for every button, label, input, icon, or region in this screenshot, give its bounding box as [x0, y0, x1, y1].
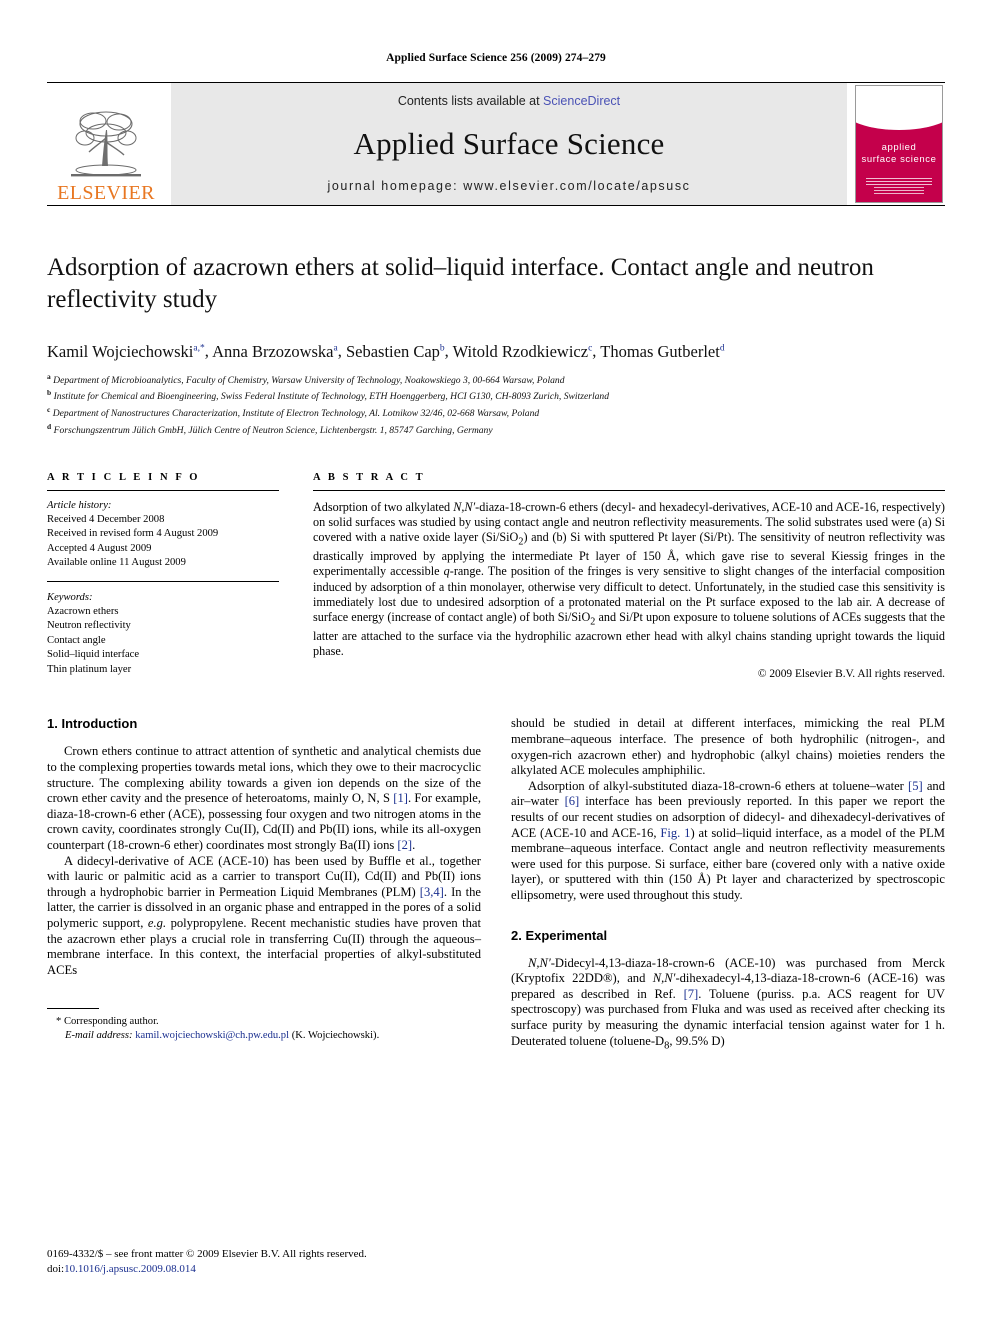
intro-paragraph-2: A didecyl-derivative of ACE (ACE-10) has…: [47, 853, 481, 977]
journal-homepage-link[interactable]: journal homepage: www.elsevier.com/locat…: [327, 179, 690, 193]
abstract-rule: [313, 489, 945, 491]
author-item: Kamil Wojciechowskia,*: [47, 341, 205, 361]
cover-body: applied surface science: [856, 90, 942, 202]
author-list: Kamil Wojciechowskia,*, Anna Brzozowskaa…: [47, 341, 725, 361]
keyword-item: Neutron reflectivity: [47, 620, 131, 632]
author-affiliation-mark: c: [588, 343, 593, 353]
cover-subtext-lines: [866, 178, 932, 186]
article-info-label: A R T I C L E I N F O: [47, 471, 201, 483]
author-item: Thomas Gutberletd: [600, 341, 725, 361]
author-item: Sebastien Capb: [345, 341, 445, 361]
history-item: Received 4 December 2008: [47, 514, 165, 526]
section-heading-introduction: 1. Introduction: [47, 716, 138, 732]
author-affiliation-mark: d: [719, 343, 725, 353]
body-column-left: 1. Introduction Crown ethers continue to…: [47, 716, 481, 1053]
email-label: E-mail address:: [65, 1030, 133, 1042]
elsevier-tree-icon: [71, 111, 141, 177]
abstract-column: A B S T R A C T Adsorption of two alkyla…: [313, 471, 945, 681]
intro-paragraph-3: should be studied in detail at different…: [511, 716, 945, 778]
abstract-text: Adsorption of two alkylated N,N′-diaza-1…: [313, 499, 945, 659]
cover-footer-lines: [874, 187, 924, 194]
journal-cover-thumbnail: applied surface science: [853, 83, 945, 205]
keyword-item: Thin platinum layer: [47, 663, 132, 675]
keyword-item: Azacrown ethers: [47, 606, 119, 618]
elsevier-logo: ELSEVIER: [47, 83, 165, 205]
article-history-label: Article history:: [47, 499, 112, 511]
affiliation-item: a Department of Microbioanalytics, Facul…: [47, 371, 565, 386]
cover-arc-shape: [856, 90, 942, 130]
article-info-column: A R T I C L E I N F O Article history: R…: [47, 472, 279, 681]
email-link[interactable]: kamil.wojciechowski@ch.pw.edu.pl: [135, 1030, 289, 1041]
keywords-rule: [47, 580, 279, 582]
title-block: Adsorption of azacrown ethers at solid–l…: [47, 252, 945, 438]
keyword-item: Contact angle: [47, 634, 106, 646]
masthead-bottom-rule: [47, 205, 945, 206]
affiliation-item: d Forschungszentrum Jülich GmbH, Jülich …: [47, 421, 493, 437]
author-item: Anna Brzozowskaa: [212, 341, 338, 361]
experimental-paragraph-1: N,N′-Didecyl-4,13-diaza-18-crown-6 (ACE-…: [511, 955, 946, 1052]
abstract-label: A B S T R A C T: [313, 471, 426, 483]
intro-paragraph-1: Crown ethers continue to attract attenti…: [47, 744, 481, 852]
footnote-block: * Corresponding author. E-mail address: …: [47, 1008, 481, 1043]
affiliation-list: a Department of Microbioanalytics, Facul…: [47, 371, 945, 438]
history-item: Received in revised form 4 August 2009: [47, 528, 219, 540]
affiliation-item: c Department of Nanostructures Character…: [47, 405, 540, 420]
keyword-list: Keywords: Azacrown ethers Neutron reflec…: [47, 591, 279, 677]
front-matter-line: 0169-4332/$ – see front matter © 2009 El…: [47, 1248, 367, 1260]
abstract-copyright: © 2009 Elsevier B.V. All rights reserved…: [757, 668, 945, 681]
corresponding-author-note: * Corresponding author.: [56, 1016, 159, 1028]
author-affiliation-mark: a,*: [193, 343, 205, 353]
keyword-item: Solid–liquid interface: [47, 649, 140, 661]
doi-link[interactable]: 10.1016/j.apsusc.2009.08.014: [64, 1263, 196, 1275]
cover-journal-title: applied surface science: [861, 142, 937, 165]
body-columns: 1. Introduction Crown ethers continue to…: [47, 716, 945, 1053]
intro-paragraph-4: Adsorption of alkyl-substituted diaza-18…: [511, 778, 945, 902]
journal-title: Applied Surface Science: [353, 125, 665, 161]
info-abstract-region: A R T I C L E I N F O Article history: R…: [47, 471, 945, 681]
history-item: Available online 11 August 2009: [47, 557, 186, 569]
author-affiliation-mark: b: [439, 343, 445, 353]
history-item: Accepted 4 August 2009: [47, 542, 152, 554]
sciencedirect-link[interactable]: ScienceDirect: [543, 94, 620, 108]
author-item: Witold Rzodkiewiczc: [452, 341, 593, 361]
contents-prefix: Contents lists available at: [397, 94, 544, 108]
masthead-center: Contents lists available at ScienceDirec…: [171, 83, 847, 205]
affiliation-item: b Institute for Chemical and Bioengineer…: [47, 388, 610, 403]
email-owner: (K. Wojciechowski).: [291, 1030, 380, 1042]
author-affiliation-mark: a: [333, 343, 338, 353]
doi-line: doi:10.1016/j.apsusc.2009.08.014: [47, 1262, 196, 1275]
journal-masthead: ELSEVIER Contents lists available at Sci…: [47, 82, 945, 205]
article-first-page: Applied Surface Science 256 (2009) 274–2…: [0, 0, 992, 1323]
body-column-right: should be studied in detail at different…: [511, 716, 945, 1053]
article-title: Adsorption of azacrown ethers at solid–l…: [47, 254, 874, 313]
keywords-label: Keywords:: [47, 591, 93, 603]
section-heading-experimental: 2. Experimental: [511, 927, 608, 943]
running-head: Applied Surface Science 256 (2009) 274–2…: [386, 52, 606, 64]
elsevier-wordmark: ELSEVIER: [57, 182, 155, 204]
email-note: E-mail address: kamil.wojciechowski@ch.p…: [47, 1029, 481, 1043]
article-info-rule: [47, 489, 279, 491]
page-footer: 0169-4332/$ – see front matter © 2009 El…: [47, 1247, 367, 1276]
contents-available-line: Contents lists available at ScienceDirec…: [398, 94, 620, 108]
article-history: Article history: Received 4 December 200…: [47, 499, 279, 571]
